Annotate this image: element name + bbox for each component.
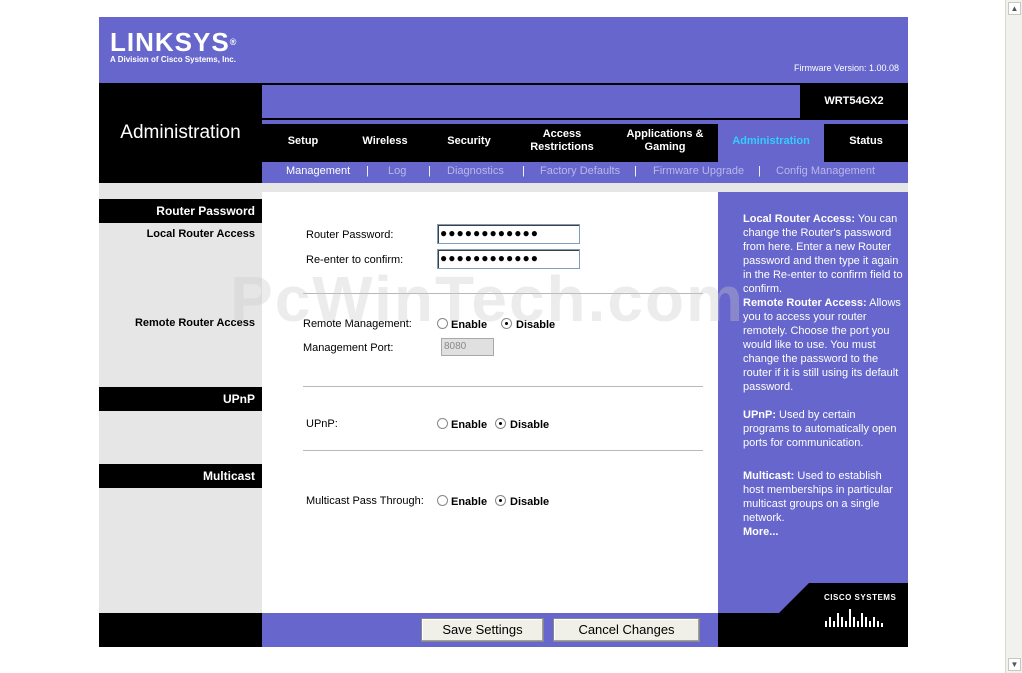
help-local-access: Local Router Access: You can change the … [743,213,903,295]
footer-right [718,613,779,647]
left-label-remote-access: Remote Router Access [134,317,255,329]
subnav-separator: | [758,165,761,177]
footer-buttons: Save Settings Cancel Changes [262,613,718,647]
corner-triangle [779,583,809,613]
multicast-disable-label[interactable]: Disable [510,496,549,508]
remote-management-enable-radio[interactable] [437,318,448,329]
upnp-enable-label[interactable]: Enable [451,419,487,431]
header-banner: LINKSYS® A Division of Cisco Systems, In… [99,17,908,83]
settings-form: Router Password: ●●●●●●●●●●●● Re-enter t… [262,192,718,613]
footer-left [99,613,262,647]
management-port-input[interactable]: 8080 [441,338,494,356]
router-password-input[interactable]: ●●●●●●●●●●●● [437,224,580,244]
tab-security[interactable]: Security [426,120,512,162]
tab-setup[interactable]: Setup [262,120,344,162]
management-port-label: Management Port: [303,342,394,354]
subnav-separator: | [522,165,525,177]
subnav-separator: | [428,165,431,177]
remote-management-disable-radio[interactable] [501,318,512,329]
divider [303,450,703,451]
cancel-changes-button[interactable]: Cancel Changes [553,618,700,642]
divider [303,293,703,294]
left-heading-upnp: UPnP [99,387,262,411]
upnp-disable-radio[interactable] [495,418,506,429]
router-password-label: Router Password: [306,229,394,241]
main-tabs: Setup Wireless Security Access Restricti… [262,120,908,162]
left-heading-multicast: Multicast [99,464,262,488]
subnav-diagnostics[interactable]: Diagnostics [447,165,504,177]
logo-tagline: A Division of Cisco Systems, Inc. [110,55,236,64]
left-heading-router-password: Router Password [99,199,262,223]
section-title-box: Administration [99,83,262,183]
page-title: Administration [120,122,241,143]
subnav-factory-defaults[interactable]: Factory Defaults [540,165,620,177]
help-panel: Local Router Access: You can change the … [718,192,908,613]
scroll-down-icon[interactable]: ▼ [1008,658,1021,671]
router-admin-page: LINKSYS® A Division of Cisco Systems, In… [99,17,908,647]
reenter-password-label: Re-enter to confirm: [306,254,404,266]
tab-administration[interactable]: Administration [718,120,824,162]
multicast-enable-radio[interactable] [437,495,448,506]
firmware-version: Firmware Version: 1.00.08 [793,63,899,73]
save-settings-button[interactable]: Save Settings [421,618,544,642]
remote-management-label: Remote Management: [303,318,412,330]
tab-access-restrictions[interactable]: Access Restrictions [512,120,612,162]
upnp-enable-radio[interactable] [437,418,448,429]
subnav-separator: | [634,165,637,177]
help-more-link[interactable]: More... [743,525,903,539]
sub-navigation: Management | Log | Diagnostics | Factory… [262,162,908,183]
remote-management-enable-label[interactable]: Enable [451,319,487,331]
reenter-password-input[interactable]: ●●●●●●●●●●●● [437,249,580,269]
subnav-log[interactable]: Log [388,165,406,177]
upnp-label: UPnP: [306,418,338,430]
scroll-up-icon[interactable]: ▲ [1008,2,1021,15]
tab-status[interactable]: Status [824,120,908,162]
left-label-local-access: Local Router Access [146,228,255,240]
multicast-disable-radio[interactable] [495,495,506,506]
cisco-bars-icon [825,609,883,627]
upnp-disable-label[interactable]: Disable [510,419,549,431]
model-name: WRT54GX2 [800,85,908,118]
help-multicast: Multicast: Used to establish host member… [743,470,893,524]
cisco-logo-text: CISCO SYSTEMS [824,593,897,602]
subnav-config-management[interactable]: Config Management [776,165,875,177]
linksys-logo: LINKSYS® [110,27,238,57]
vertical-scrollbar[interactable]: ▲ ▼ [1005,0,1022,673]
subnav-management[interactable]: Management [286,165,350,177]
divider [303,386,703,387]
tab-wireless[interactable]: Wireless [344,120,426,162]
subnav-separator: | [366,165,369,177]
help-remote-access: Remote Router Access: Allows you to acce… [743,297,901,393]
help-upnp: UPnP: Used by certain programs to automa… [743,409,897,449]
remote-management-disable-label[interactable]: Disable [516,319,555,331]
multicast-label: Multicast Pass Through: [306,495,424,507]
cisco-logo: CISCO SYSTEMS [779,583,908,647]
subnav-firmware-upgrade[interactable]: Firmware Upgrade [653,165,744,177]
tab-applications-gaming[interactable]: Applications & Gaming [612,120,718,162]
multicast-enable-label[interactable]: Enable [451,496,487,508]
model-bar: WRT54GX2 [262,83,908,120]
